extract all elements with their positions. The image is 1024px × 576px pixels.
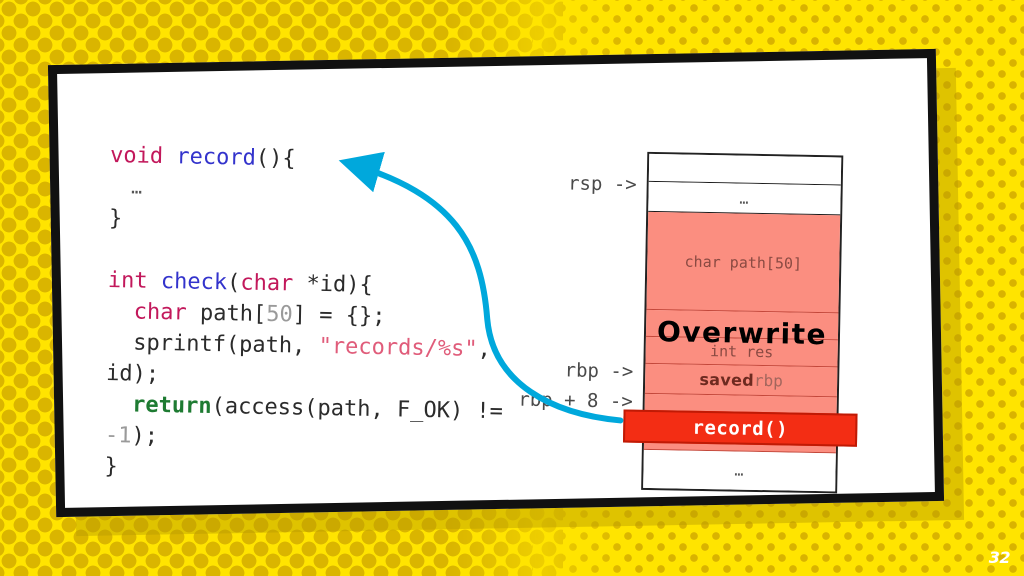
code-token: record: [176, 144, 257, 171]
stack-row-label-emphasis: saved: [699, 369, 755, 390]
code-line: sprintf(path, "records/%s", id);: [106, 327, 507, 396]
code-token: sprintf(path,: [106, 330, 319, 359]
code-token: …: [109, 177, 143, 199]
code-token: int: [107, 268, 162, 294]
code-block: void record(){ …} int check(char *id){ c…: [104, 140, 510, 489]
code-token: void: [109, 143, 177, 170]
register-label-rsp: rsp ->: [567, 172, 637, 196]
stack-row: char path[50]: [646, 211, 841, 314]
code-token: (: [226, 270, 241, 296]
register-label-rbp: rbp ->: [564, 359, 634, 383]
stack-row-label: char path[50]: [684, 252, 803, 273]
code-token: 50: [266, 301, 293, 328]
code-token: "records/%s": [318, 333, 478, 362]
code-token: }: [104, 453, 118, 480]
stack-row-ellipsis: …: [734, 461, 745, 480]
code-line: }: [104, 451, 505, 489]
code-token: path[: [199, 300, 267, 327]
stack-row-label: rbp: [753, 370, 784, 391]
code-token: ] = {};: [292, 302, 386, 330]
slide-content: void record(){ …} int check(char *id){ c…: [0, 0, 1024, 576]
code-token: (){: [255, 145, 296, 172]
stack-row: …: [648, 181, 841, 216]
stack-row-ellipsis: …: [739, 189, 750, 208]
code-token: return: [131, 392, 212, 419]
page-number: 32: [988, 548, 1011, 567]
code-token: -1: [104, 423, 132, 449]
record-callout-box: record(): [622, 409, 858, 447]
stack-row: [645, 309, 839, 341]
code-token: );: [131, 423, 159, 449]
stack-row: saved rbp: [644, 363, 838, 398]
code-token: char: [133, 299, 201, 326]
code-token: *id){: [306, 271, 373, 298]
register-label-rbp-plus-8: rbp + 8 ->: [518, 388, 633, 413]
code-token: check: [160, 268, 228, 296]
code-token: }: [108, 206, 123, 232]
stack-row: [648, 153, 842, 186]
stack-row: …: [643, 449, 836, 492]
code-token: char: [240, 270, 307, 297]
stack-row-label: int res: [709, 342, 774, 362]
stack-row: int res: [645, 336, 838, 368]
